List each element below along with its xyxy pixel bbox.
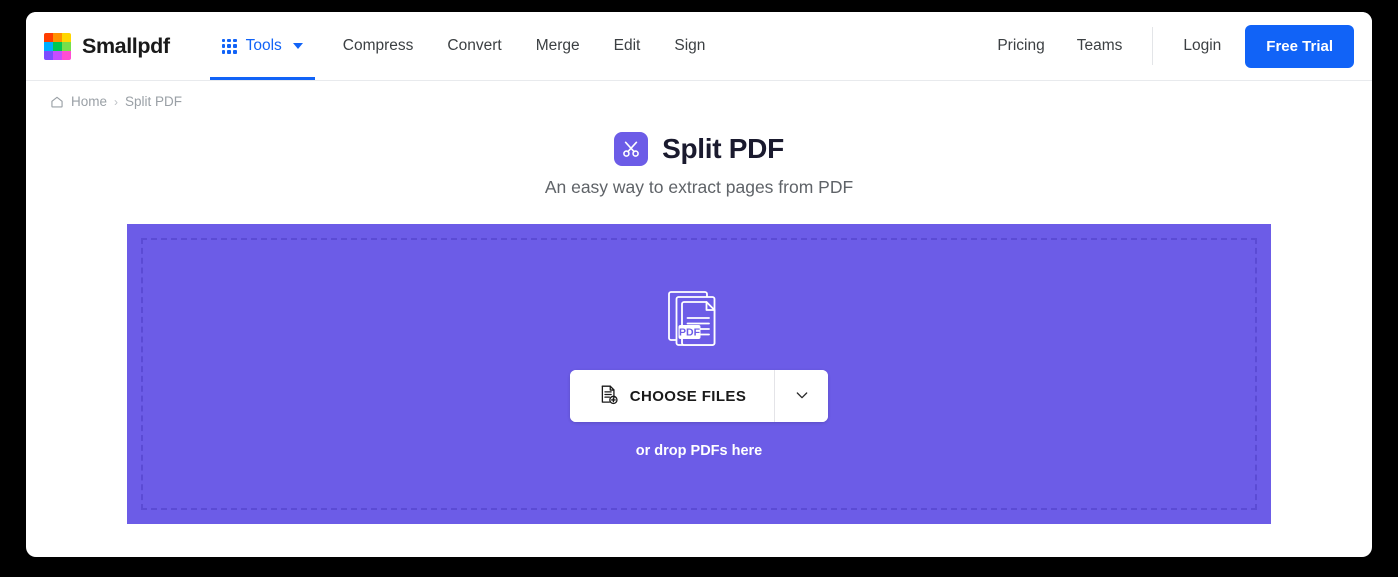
chevron-down-icon — [292, 43, 303, 49]
grid-dots-icon — [221, 38, 237, 54]
pdf-documents-stack-icon: PDF — [666, 289, 732, 356]
nav-link-convert[interactable]: Convert — [430, 12, 518, 80]
nav-link-merge[interactable]: Merge — [519, 12, 597, 80]
breadcrumb-current: Split PDF — [125, 94, 183, 109]
hero-section: Split PDF An easy way to extract pages f… — [26, 109, 1372, 198]
brand-name: Smallpdf — [82, 33, 170, 58]
smallpdf-logo-icon — [44, 32, 71, 60]
header-divider — [1152, 27, 1154, 65]
page-title: Split PDF — [662, 133, 784, 164]
breadcrumb: Home › Split PDF — [26, 81, 1372, 109]
nav-link-edit[interactable]: Edit — [597, 12, 658, 80]
choose-files-label: CHOOSE FILES — [629, 387, 747, 405]
free-trial-button[interactable]: Free Trial — [1245, 24, 1354, 68]
file-dropzone-inner: PDF CHOOSE FILES or drop PDFs here — [141, 238, 1257, 510]
site-header: Smallpdf Tools Compress Convert Merge Ed… — [26, 12, 1372, 81]
home-icon — [50, 95, 64, 109]
tools-label: Tools — [245, 37, 282, 54]
login-link[interactable]: Login — [1167, 37, 1237, 55]
nav-link-sign[interactable]: Sign — [657, 12, 722, 80]
scissors-icon — [614, 132, 649, 166]
header-right-group: Pricing Teams Login Free Trial — [981, 12, 1354, 80]
breadcrumb-separator: › — [114, 94, 119, 109]
header-left-group: Smallpdf Tools Compress Convert Merge Ed… — [44, 12, 722, 80]
nav-link-pricing[interactable]: Pricing — [981, 37, 1060, 55]
browser-page: Smallpdf Tools Compress Convert Merge Ed… — [26, 12, 1372, 557]
nav-link-teams[interactable]: Teams — [1061, 37, 1139, 55]
page-subtitle: An easy way to extract pages from PDF — [544, 177, 854, 197]
page-title-row: Split PDF — [26, 132, 1372, 166]
choose-files-dropdown-button[interactable] — [774, 370, 829, 422]
document-add-icon — [598, 384, 619, 409]
svg-text:PDF: PDF — [679, 327, 701, 339]
breadcrumb-home-link[interactable]: Home — [71, 94, 107, 109]
choose-files-button[interactable]: CHOOSE FILES — [569, 370, 775, 422]
chevron-down-icon — [794, 387, 810, 406]
tools-menu-button[interactable]: Tools — [204, 12, 321, 80]
brand-logo[interactable]: Smallpdf — [44, 12, 204, 80]
drop-hint-text: or drop PDFs here — [635, 443, 763, 459]
choose-files-group: CHOOSE FILES — [569, 370, 829, 422]
file-dropzone[interactable]: PDF CHOOSE FILES or drop PDFs here — [127, 224, 1271, 524]
nav-link-compress[interactable]: Compress — [321, 12, 431, 80]
